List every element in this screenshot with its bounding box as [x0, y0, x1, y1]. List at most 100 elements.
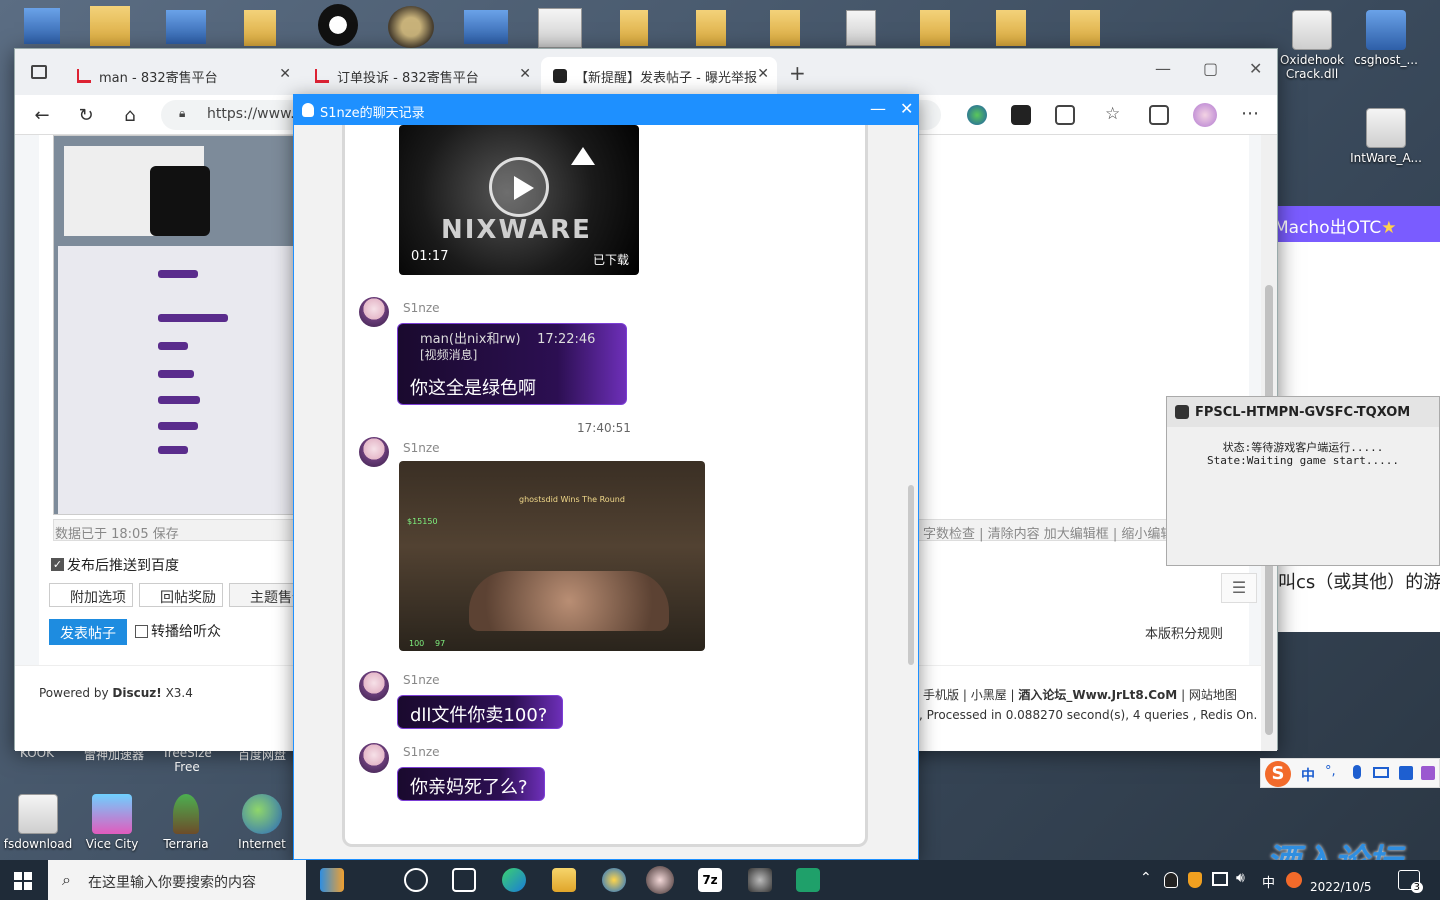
taskbar-date[interactable]: 2022/10/5	[1310, 880, 1372, 894]
minimize-button[interactable]: —	[1155, 59, 1171, 78]
submit-post-button[interactable]: 发表帖子	[49, 619, 127, 645]
chat-close-button[interactable]: ✕	[900, 99, 913, 118]
collections-icon[interactable]	[1149, 105, 1169, 125]
tray-shield-icon[interactable]	[1188, 872, 1202, 888]
desktop-icon-fsdownload[interactable]: fsdownload	[0, 794, 76, 851]
more-menu-icon[interactable]: ⋯	[1241, 103, 1259, 124]
discuz-link[interactable]: Discuz!	[112, 686, 161, 700]
push-baidu-checkbox[interactable]: ✓	[51, 558, 64, 571]
desktop-icon-terraria[interactable]: Terraria	[148, 794, 224, 851]
tray-sogou-icon[interactable]	[1286, 872, 1302, 888]
app-icon-yellow[interactable]	[602, 868, 626, 892]
video-message[interactable]: NIXWARE 01:17 已下载	[399, 125, 639, 275]
tray-network-icon[interactable]	[1212, 872, 1228, 886]
pc-icon[interactable]	[24, 8, 60, 44]
new-tab-button[interactable]: +	[789, 61, 806, 85]
message-bubble[interactable]: 你亲妈死了么?	[397, 767, 545, 801]
profile-avatar[interactable]	[1193, 103, 1217, 127]
tray-qq-icon[interactable]	[1164, 872, 1178, 888]
editor-tools[interactable]: 字数检查 | 清除内容 加大编辑框 | 缩小编辑框	[923, 523, 1186, 542]
footer-link-forum[interactable]: 酒入论坛_Www.JrLt8.CoM	[1018, 688, 1177, 702]
skin-icon[interactable]	[1399, 766, 1413, 780]
chat-message-list[interactable]: NIXWARE 01:17 已下载 S1nze man(出nix和rw) 17:…	[342, 125, 868, 847]
folder-icon-5[interactable]	[920, 10, 950, 46]
qq-icon[interactable]	[318, 4, 358, 46]
task-view-icon[interactable]	[452, 868, 476, 892]
tab-close-icon[interactable]: ✕	[279, 66, 291, 82]
start-button[interactable]	[14, 872, 32, 890]
window-icon-2[interactable]	[464, 10, 508, 44]
tray-chevron-icon[interactable]: ⌃	[1140, 870, 1152, 886]
sogou-logo-icon[interactable]: S	[1265, 761, 1291, 787]
folder-icon[interactable]	[244, 10, 276, 46]
avatar[interactable]	[359, 437, 389, 467]
avatar-app-icon[interactable]	[646, 866, 674, 894]
cortana-badge-icon[interactable]	[320, 868, 344, 892]
archive-icon[interactable]	[538, 8, 582, 48]
green-app-icon[interactable]	[796, 868, 820, 892]
home-button[interactable]: ⌂	[117, 103, 143, 129]
tab-close-icon[interactable]: ✕	[519, 66, 531, 82]
chat-scrollbar[interactable]	[908, 485, 914, 665]
edge-icon[interactable]	[502, 868, 526, 892]
option-reward-button[interactable]: 回帖奖励	[139, 583, 223, 607]
tab-close-icon[interactable]: ✕	[757, 66, 769, 82]
taskbar-search[interactable]: ⌕ 在这里输入你要搜索的内容	[48, 860, 306, 900]
message-text: 你这全是绿色啊	[410, 378, 536, 399]
folder-icon-3[interactable]	[696, 10, 726, 46]
tab-complaint[interactable]: 订单投诉 - 832寄售平台 ✕	[303, 57, 539, 95]
game-screenshot-image[interactable]: ghostsdid Wins The Round $15150 100 97	[399, 461, 705, 651]
ime-lang[interactable]: 中	[1301, 765, 1315, 785]
gauge-icon[interactable]	[388, 6, 434, 48]
file-explorer-icon[interactable]	[552, 868, 576, 892]
favorites-icon[interactable]: ☆	[1105, 104, 1120, 124]
notification-icon[interactable]: 3	[1398, 870, 1423, 893]
extensions-icon[interactable]	[1055, 105, 1075, 125]
tray-volume-icon[interactable]: 🔊︎	[1236, 870, 1245, 886]
folder-icon-6[interactable]	[996, 10, 1026, 46]
desktop-icon-vicecity[interactable]: Vice City	[74, 794, 150, 851]
folder-icon-4[interactable]	[770, 10, 800, 46]
folder-icon-7[interactable]	[1070, 10, 1100, 46]
back-button[interactable]: ←	[29, 103, 55, 129]
7zip-icon[interactable]: 7z	[698, 868, 722, 892]
tab-new-post[interactable]: 【新提醒】发表帖子 - 曝光举报 ✕	[541, 57, 777, 95]
avatar[interactable]	[359, 671, 389, 701]
cortana-icon[interactable]	[404, 868, 428, 892]
zip-icon[interactable]	[90, 6, 130, 46]
tab-man[interactable]: man - 832寄售平台 ✕	[65, 57, 299, 95]
maximize-button[interactable]: ▢	[1203, 59, 1218, 78]
broadcast-checkbox[interactable]	[135, 625, 148, 638]
tray-lang-text[interactable]: 中	[1262, 872, 1275, 891]
close-window-button[interactable]: ✕	[1249, 59, 1262, 78]
footer-link-blackroom[interactable]: 小黑屋	[971, 688, 1007, 702]
window-icon[interactable]	[166, 10, 206, 44]
video-brand: NIXWARE	[441, 215, 592, 245]
refresh-button[interactable]: ↻	[73, 103, 99, 129]
desktop-icon-csghost[interactable]: csghost_...	[1348, 10, 1424, 67]
avatar[interactable]	[359, 297, 389, 327]
chat-minimize-button[interactable]: —	[870, 99, 886, 118]
reply-bubble[interactable]: man(出nix和rw) 17:22:46 [视频消息] 你这全是绿色啊	[397, 323, 627, 405]
list-icon-button[interactable]: ☰	[1221, 573, 1257, 603]
keyboard-icon[interactable]	[1373, 767, 1389, 778]
footer-link-sitemap[interactable]: 网站地图	[1189, 688, 1237, 702]
game-extension-icon[interactable]	[1011, 105, 1031, 125]
microphone-icon[interactable]	[1353, 765, 1361, 779]
score-rules-link[interactable]: 本版积分规则	[1145, 623, 1223, 642]
avatar[interactable]	[359, 743, 389, 773]
option-attach-button[interactable]: 附加选项	[49, 583, 133, 607]
toolbox-icon[interactable]	[1421, 766, 1435, 780]
folder-icon-2[interactable]	[620, 10, 648, 46]
desktop-icon-internet[interactable]: Internet	[224, 794, 300, 851]
play-icon[interactable]	[489, 157, 549, 217]
desktop-icon-intware[interactable]: IntWare_A...	[1348, 108, 1424, 165]
ime-punct[interactable]: °,	[1325, 764, 1336, 779]
tab-actions-icon[interactable]	[31, 65, 47, 79]
game-app-icon[interactable]	[748, 868, 772, 892]
message-bubble[interactable]: dll文件你卖100?	[397, 695, 563, 729]
footer-link-mobile[interactable]: 手机版	[923, 688, 959, 702]
desktop-icon-oxidehook[interactable]: Oxidehook Crack.dll	[1274, 10, 1350, 81]
document-icon[interactable]	[846, 10, 876, 46]
globe-extension-icon[interactable]	[967, 105, 987, 125]
